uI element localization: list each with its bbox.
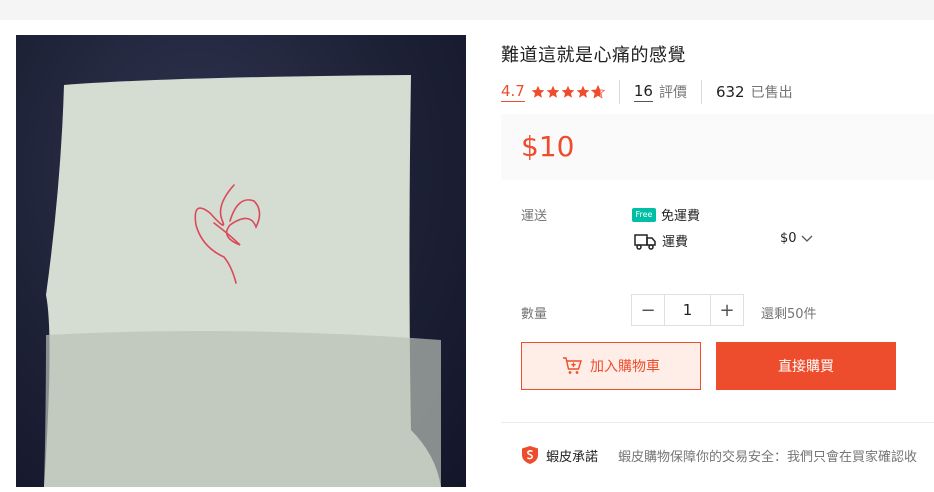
cart-icon (563, 357, 582, 374)
reviews-label: 評價 (658, 85, 687, 101)
shipping-fee: 運費 (634, 231, 688, 250)
price: $10 (521, 130, 575, 163)
product-title: 難道這就是心痛的感覺 (501, 45, 686, 66)
product-image[interactable] (16, 35, 466, 487)
divider (700, 80, 702, 104)
star-icon (576, 85, 590, 98)
star-icon (561, 85, 575, 98)
shipping-fee-value: $0 (780, 231, 797, 246)
guarantee-row: 蝦皮承諾 蝦皮購物保障你的交易安全：我們只會在買家確認收 (521, 445, 917, 465)
star-icon (546, 85, 560, 98)
star-icon (531, 85, 545, 98)
add-to-cart-button[interactable]: 加入購物車 (521, 342, 701, 390)
shield-icon (522, 446, 538, 464)
sold-count: 632 (715, 83, 745, 101)
sold-label: 已售出 (750, 85, 793, 101)
guarantee-title[interactable]: 蝦皮承諾 (546, 446, 598, 465)
product-photo-heart-drawing (44, 75, 441, 487)
quantity-input[interactable]: 1 (664, 295, 711, 325)
free-shipping: Free 免運費 (632, 205, 700, 224)
add-to-cart-label: 加入購物車 (590, 359, 660, 375)
decrease-button[interactable]: − (632, 295, 664, 325)
chevron-down-icon (801, 235, 813, 242)
shipping-label: 運送 (521, 209, 548, 224)
free-shipping-text: 免運費 (661, 209, 701, 224)
guarantee-text: 蝦皮購物保障你的交易安全：我們只會在買家確認收 (618, 449, 918, 465)
buy-now-button[interactable]: 直接購買 (716, 342, 896, 390)
quantity-label: 數量 (521, 307, 548, 322)
buy-now-label: 直接購買 (778, 359, 834, 375)
divider (618, 80, 620, 104)
free-shipping-icon: Free (632, 207, 656, 222)
shipping-fee-dropdown[interactable]: $0 (780, 231, 813, 246)
increase-button[interactable]: + (711, 295, 743, 325)
star-half-icon (590, 85, 605, 99)
quantity-stepper: − 1 + (631, 294, 744, 326)
price-section: $10 (501, 114, 934, 180)
section-divider (501, 422, 934, 423)
rating-row: 4.7 16 評價 632 已售出 (501, 79, 793, 105)
product-card: 難道這就是心痛的感覺 4.7 16 評價 632 已售出 $10 運送 Free… (0, 20, 934, 492)
rating-score[interactable]: 4.7 (501, 82, 525, 102)
stock-text: 還剩50件 (761, 307, 817, 322)
reviews-count[interactable]: 16 (633, 82, 653, 102)
truck-icon (634, 233, 656, 250)
shipping-fee-label: 運費 (662, 235, 689, 250)
rating-stars (531, 85, 605, 99)
